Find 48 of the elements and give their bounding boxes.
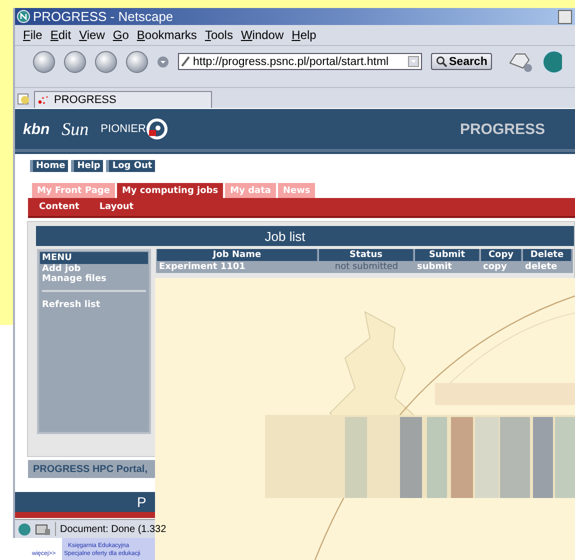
window-title: PROGRESS - Netscape <box>33 9 174 24</box>
menu-item[interactable]: Edit <box>50 28 72 42</box>
forward-button[interactable] <box>64 50 86 72</box>
menu-item[interactable]: File <box>23 28 42 42</box>
address-field[interactable]: http://progress.psnc.pl/portal/start.html <box>178 53 422 70</box>
column-header: Job Name <box>157 249 318 261</box>
menu-item[interactable]: View <box>79 28 105 42</box>
menu-title: MENU <box>40 252 148 264</box>
table-cell-text: Experiment 1101 <box>158 261 246 273</box>
minimize-button[interactable] <box>558 10 572 24</box>
column-header: Submit <box>415 249 480 261</box>
search-icon <box>436 56 447 67</box>
tab[interactable]: My computing jobs <box>116 183 224 198</box>
status-text: Document: Done (1.332 <box>60 524 166 534</box>
menu-item[interactable]: Bookmarks <box>136 28 197 42</box>
nav-link[interactable]: Help <box>71 160 104 172</box>
stop-button[interactable] <box>126 50 148 72</box>
page-icon <box>181 56 190 67</box>
menu-item[interactable]: Go <box>112 28 129 42</box>
brand-logo: PROGRESS <box>460 120 545 138</box>
globe-icon[interactable] <box>542 50 562 74</box>
favicon-icon <box>38 95 50 105</box>
menu-item[interactable]: Tools <box>204 28 233 42</box>
reload-button[interactable] <box>95 50 117 72</box>
dropdown-icon[interactable] <box>408 56 419 67</box>
dropdown-icon[interactable] <box>157 56 169 68</box>
column-header: Status <box>319 249 414 261</box>
new-tab-icon[interactable] <box>17 92 31 106</box>
nav-link[interactable]: Log Out <box>106 160 156 172</box>
menu-item[interactable]: Help <box>292 28 316 42</box>
kbn-logo: kbn <box>23 120 50 138</box>
menu-item[interactable]: Window <box>240 28 284 42</box>
sun-logo: Sun <box>62 118 89 140</box>
back-button[interactable] <box>33 50 55 72</box>
security-icon[interactable] <box>35 522 51 536</box>
netscape-icon <box>17 10 30 23</box>
panel-title: Job list <box>36 226 574 246</box>
pionier-logo: PIONIER <box>100 123 146 135</box>
status-cell-text: not submitted <box>334 261 400 273</box>
subtab[interactable]: Content <box>39 202 80 212</box>
column-header: Delete <box>523 249 572 261</box>
subtab[interactable]: Layout <box>99 202 134 212</box>
target-icon <box>146 118 168 140</box>
browser-tab[interactable]: PROGRESS <box>34 91 212 108</box>
nav-link[interactable]: Home <box>30 160 68 172</box>
search-button[interactable]: Search <box>431 53 492 70</box>
netscape-icon[interactable] <box>18 522 31 536</box>
column-header: Copy <box>481 249 522 261</box>
